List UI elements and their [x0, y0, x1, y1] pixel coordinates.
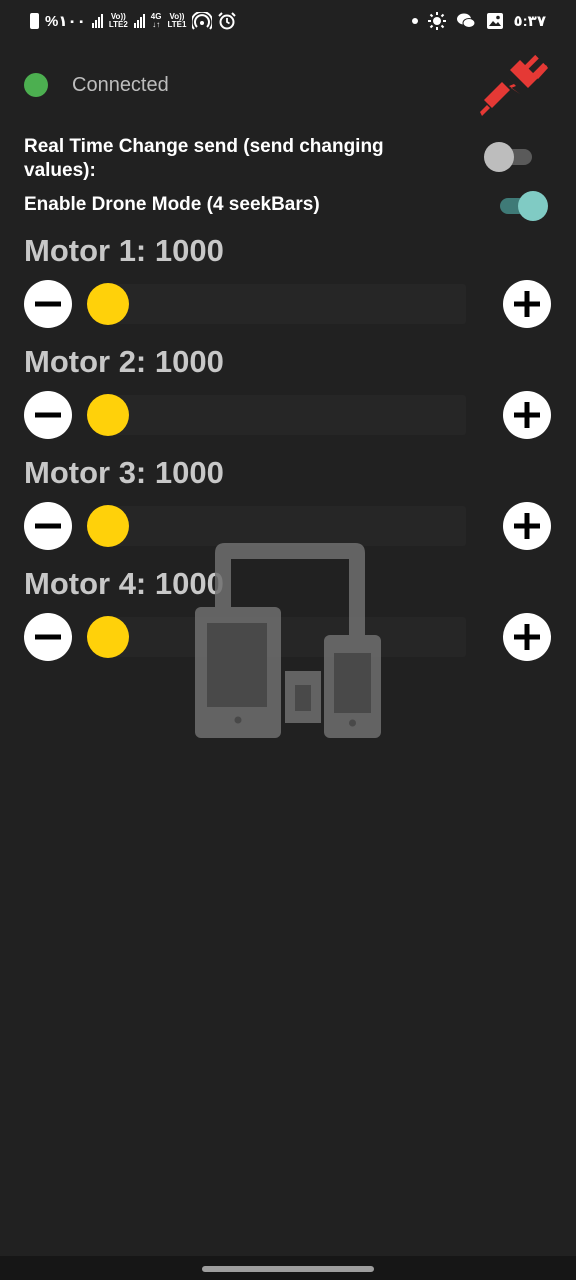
hotspot-icon: [192, 12, 213, 30]
drone-mode-switch[interactable]: [496, 188, 548, 222]
clock: ٥:٣٧: [513, 13, 546, 30]
signal-icon: [133, 14, 145, 28]
motor-3-seekbar[interactable]: [100, 506, 466, 546]
minus-icon: [35, 523, 61, 529]
disconnect-plug-icon[interactable]: [480, 50, 550, 120]
realtime-label: Real Time Change send (send changing val…: [24, 136, 384, 181]
sim2-indicator: Vo)) LTE2: [109, 13, 128, 29]
minus-icon: [35, 301, 61, 307]
plus-icon: [514, 402, 540, 428]
sim1-indicator: Vo)) LTE1: [167, 13, 186, 29]
motor-4-seekbar-thumb[interactable]: [87, 616, 129, 658]
network-indicator: 4G ↓↑: [151, 13, 162, 29]
status-left: %١٠٠ Vo)) LTE2 4G ↓↑ Vo)) LTE1: [30, 10, 237, 32]
motor-2-seekbar-thumb[interactable]: [87, 394, 129, 436]
motor-2-decrease-button[interactable]: [24, 391, 72, 439]
status-right: ٥:٣٧: [411, 10, 546, 32]
chat-icon: [456, 13, 476, 28]
motor-4-decrease-button[interactable]: [24, 613, 72, 661]
motor-1-seekbar[interactable]: [100, 284, 466, 324]
drone-mode-label: Enable Drone Mode (4 seekBars): [24, 194, 320, 215]
brightness-icon: [427, 12, 446, 30]
battery-percent: %١٠٠: [45, 13, 86, 30]
switch-thumb: [518, 191, 548, 221]
motor-4-title: Motor 4: 1000: [24, 566, 224, 601]
motor-2-title: Motor 2: 1000: [24, 344, 224, 379]
motor-3-increase-button[interactable]: [503, 502, 551, 550]
data-arrows-icon: ↓↑: [152, 20, 161, 29]
plus-icon: [514, 624, 540, 650]
switch-thumb: [484, 142, 514, 172]
motor-1-title: Motor 1: 1000: [24, 233, 224, 268]
motor-1-decrease-button[interactable]: [24, 280, 72, 328]
motor-2-seekbar[interactable]: [100, 395, 466, 435]
alarm-icon: [218, 12, 237, 30]
sim2-label-bottom: LTE2: [108, 20, 128, 29]
plus-icon: [514, 291, 540, 317]
signal-icon: [91, 14, 103, 28]
motor-4-increase-button[interactable]: [503, 613, 551, 661]
gallery-icon: [486, 13, 503, 29]
motor-1-increase-button[interactable]: [503, 280, 551, 328]
sim1-label-bottom: LTE1: [167, 20, 187, 29]
minus-icon: [35, 412, 61, 418]
home-gesture-handle[interactable]: [202, 1266, 374, 1272]
realtime-switch[interactable]: [484, 139, 536, 173]
minus-icon: [35, 634, 61, 640]
devices-watermark-icon: [195, 543, 381, 738]
battery-icon: [30, 13, 39, 29]
motor-3-title: Motor 3: 1000: [24, 455, 224, 490]
motor-1-seekbar-thumb[interactable]: [87, 283, 129, 325]
status-bar: %١٠٠ Vo)) LTE2 4G ↓↑ Vo)) LTE1 ٥:٣٧: [0, 0, 576, 42]
connection-status-dot: [24, 73, 48, 97]
notification-dot-icon: [411, 18, 418, 24]
connection-status-label: Connected: [72, 74, 169, 96]
plus-icon: [514, 513, 540, 539]
motor-3-seekbar-thumb[interactable]: [87, 505, 129, 547]
motor-2-increase-button[interactable]: [503, 391, 551, 439]
motor-3-decrease-button[interactable]: [24, 502, 72, 550]
